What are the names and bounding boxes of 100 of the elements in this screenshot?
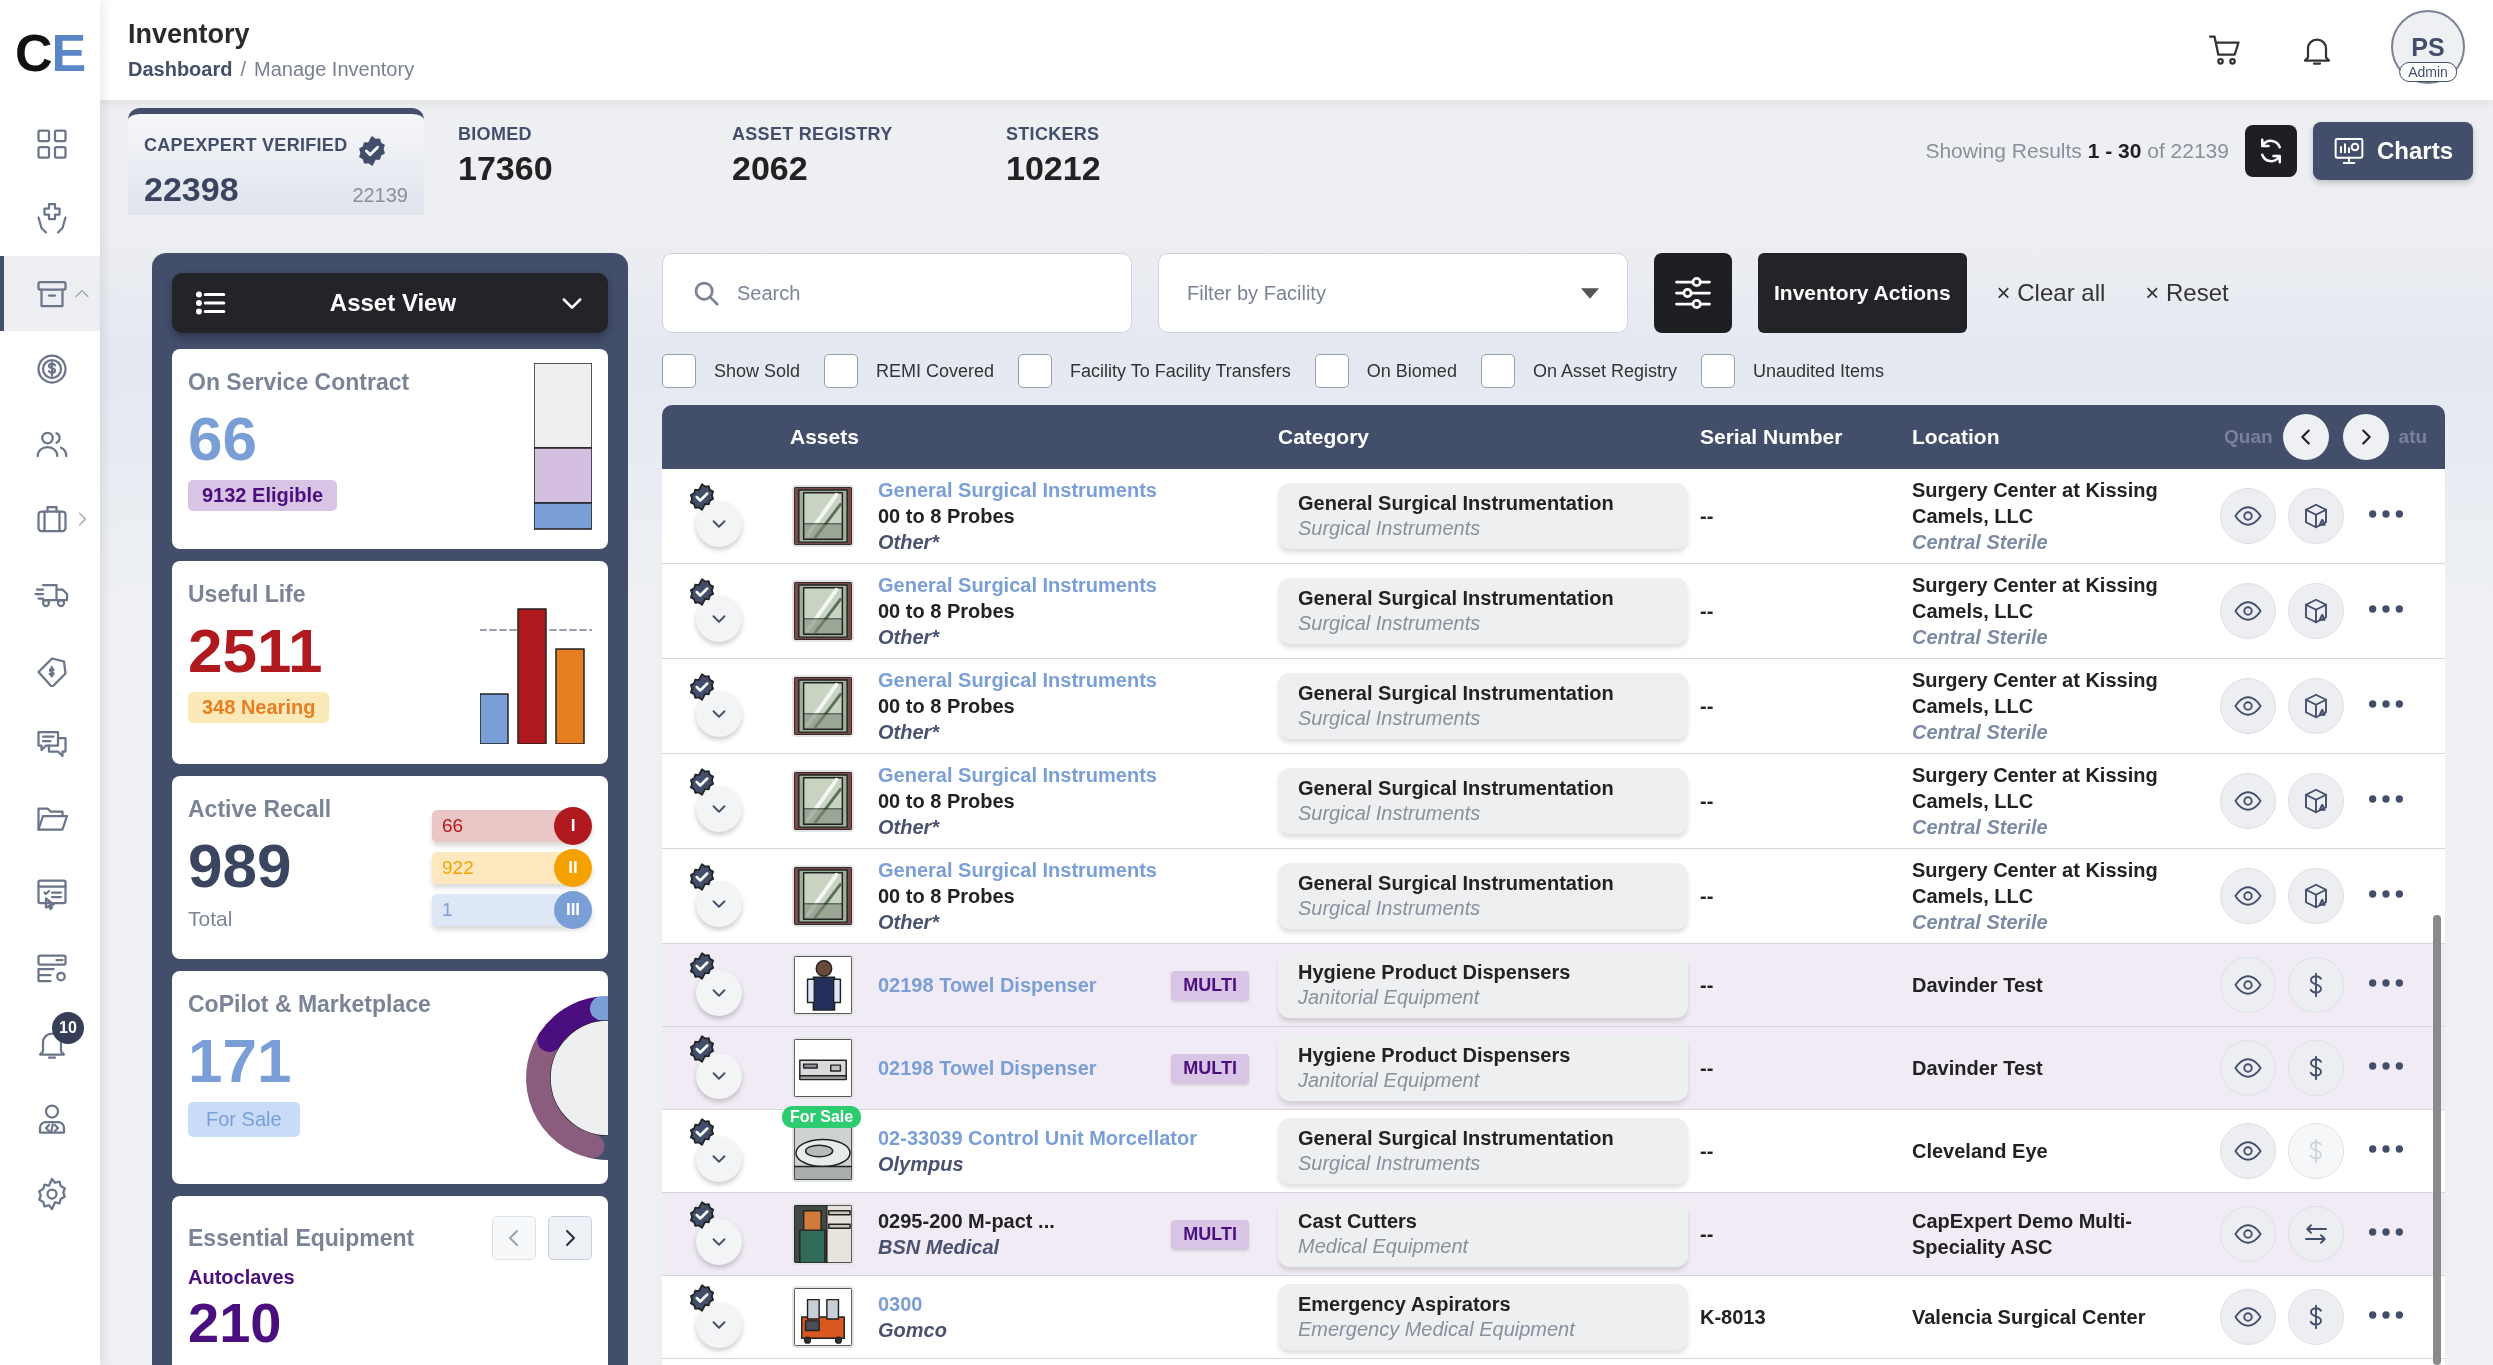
dollar-button[interactable] [2288, 957, 2344, 1013]
table-row[interactable]: 02198 Towel Dispenser MULTI Hygiene Product Dispensers Janitorial Equipment -- Davinder Test [662, 1027, 2445, 1110]
cart-icon[interactable] [2207, 32, 2243, 68]
department-name: Central Sterile [1912, 625, 2049, 650]
scroll-right-button[interactable] [2342, 414, 2389, 460]
table-row[interactable]: 0295-200 M-pact ... BSN Medical MULTI Cast Cutters Medical Equipment -- CapExpert Demo Multi-Speciality ASC [662, 1193, 2445, 1276]
location-name: Davinder Test [1912, 1056, 2044, 1081]
box-button[interactable] [2288, 868, 2344, 924]
view-button[interactable] [2220, 773, 2276, 829]
checkbox[interactable] [1018, 354, 1053, 388]
stat-tab[interactable]: ASSET REGISTRY 2062 [698, 108, 972, 215]
table-row[interactable]: 02198 Towel Dispenser MULTI Hygiene Product Dispensers Janitorial Equipment -- Davinder Test [662, 944, 2445, 1027]
breadcrumb-link[interactable]: Dashboard [128, 58, 233, 81]
checkbox[interactable] [1480, 354, 1515, 388]
checkbox[interactable] [1700, 354, 1735, 388]
dollar-button[interactable] [2288, 1289, 2344, 1345]
clear-all-button[interactable]: × Clear all [1996, 279, 2106, 307]
checkbox[interactable] [1314, 354, 1349, 388]
manufacturer: Other* [878, 530, 941, 555]
column-header: Assets [789, 425, 860, 449]
manufacturer: Other* [878, 910, 941, 935]
location-name: Valencia Surgical Center [1912, 1305, 2147, 1330]
asset-name: 0295-200 M-pact ... [878, 1209, 1056, 1234]
box-button[interactable] [2288, 488, 2344, 544]
subcategory-name: Surgical Instruments [1298, 516, 1482, 541]
manufacturer: Other* [878, 720, 941, 745]
view-button[interactable] [2220, 583, 2276, 639]
more-icon [2366, 699, 2406, 709]
filter-settings-button[interactable] [1654, 253, 1732, 333]
sidebar-item[interactable] [0, 256, 100, 331]
serial-number: -- [1700, 599, 1714, 622]
next-button[interactable] [548, 1216, 592, 1260]
view-button[interactable] [2220, 1040, 2276, 1096]
expand-button[interactable] [696, 786, 742, 832]
results-count: Showing Results 1 - 30 of 22139 [1925, 139, 2229, 163]
box-button[interactable] [2288, 678, 2344, 734]
recall-class-bar[interactable]: 66 I [432, 810, 592, 842]
view-button[interactable] [2220, 488, 2276, 544]
expand-button[interactable] [696, 691, 742, 737]
inventory-actions-button[interactable]: Inventory Actions [1758, 253, 1967, 333]
scrollbar-thumb[interactable] [2433, 915, 2441, 1365]
caret-down-icon [1581, 287, 1599, 299]
expand-button[interactable] [696, 1302, 742, 1348]
asset-model: 00 to 8 Probes [878, 599, 1016, 624]
equipment-count: 210 [188, 1295, 283, 1351]
stat-tab[interactable]: CAPEXPERT VERIFIED 22398 22139 [128, 108, 424, 215]
expand-button[interactable] [696, 1219, 742, 1265]
department-name: Central Sterile [1912, 720, 2049, 745]
recall-class-dot: III [554, 891, 592, 929]
charts-button[interactable]: Charts [2312, 122, 2473, 180]
sidebar-item[interactable]: 10 [0, 1006, 100, 1081]
asset-view-dropdown[interactable]: Asset View [172, 273, 608, 333]
more-icon [2366, 509, 2406, 519]
expand-button[interactable] [696, 881, 742, 927]
expand-button[interactable] [696, 501, 742, 547]
scroll-left-button[interactable] [2282, 414, 2329, 460]
serial-number: -- [1700, 1139, 1714, 1162]
facility-dropdown[interactable]: Filter by Facility [1158, 253, 1628, 333]
card-title: CoPilot & Marketplace [188, 991, 431, 1018]
checkbox[interactable] [662, 354, 696, 388]
view-button[interactable] [2220, 1206, 2276, 1262]
asset-model: 00 to 8 Probes [878, 694, 1016, 719]
expand-button[interactable] [696, 1053, 742, 1099]
reset-button[interactable]: × Reset [2145, 279, 2229, 307]
dollar-button[interactable] [2288, 1040, 2344, 1096]
transfer-button[interactable] [2288, 1206, 2344, 1262]
stat-tab[interactable]: BIOMED 17360 [424, 108, 698, 215]
checkbox-label: REMI Covered [876, 360, 995, 382]
eligible-badge: 9132 Eligible [188, 480, 338, 511]
view-button[interactable] [2220, 1289, 2276, 1345]
box-button[interactable] [2288, 583, 2344, 639]
column-header: Serial Number [1699, 425, 1844, 449]
subcategory-name: Janitorial Equipment [1298, 985, 1481, 1010]
column-header: Category [1277, 425, 1371, 449]
hands-cross-icon [34, 200, 70, 237]
subcategory-name: Surgical Instruments [1298, 1151, 1482, 1176]
checkbox-label: On Biomed [1366, 360, 1457, 382]
view-button[interactable] [2220, 1123, 2276, 1179]
service-count: 66 [188, 408, 257, 470]
expand-button[interactable] [696, 970, 742, 1016]
view-button[interactable] [2220, 957, 2276, 1013]
location-name: CapExpert Demo Multi-Speciality ASC [1912, 1209, 2134, 1260]
serial-number: -- [1700, 973, 1714, 996]
view-button[interactable] [2220, 868, 2276, 924]
manufacturer: Other* [878, 815, 941, 840]
refresh-button[interactable] [2244, 125, 2297, 177]
stat-tab[interactable]: STICKERS 10212 [972, 108, 1246, 215]
expand-button[interactable] [696, 596, 742, 642]
box-button[interactable] [2288, 773, 2344, 829]
checkbox[interactable] [824, 354, 859, 388]
view-button[interactable] [2220, 678, 2276, 734]
category-name: General Surgical Instrumentation [1298, 681, 1615, 706]
location-name: Davinder Test [1912, 973, 2044, 998]
column-header: Location [1911, 425, 2001, 449]
manufacturer: Gomco [878, 1318, 948, 1343]
user-avatar[interactable]: PS Admin [2391, 10, 2465, 84]
manufacturer: Olympus [878, 1152, 965, 1177]
equipment-type: Autoclaves [188, 1266, 296, 1289]
expand-button[interactable] [696, 1136, 742, 1182]
department-name: Central Sterile [1912, 910, 2049, 935]
